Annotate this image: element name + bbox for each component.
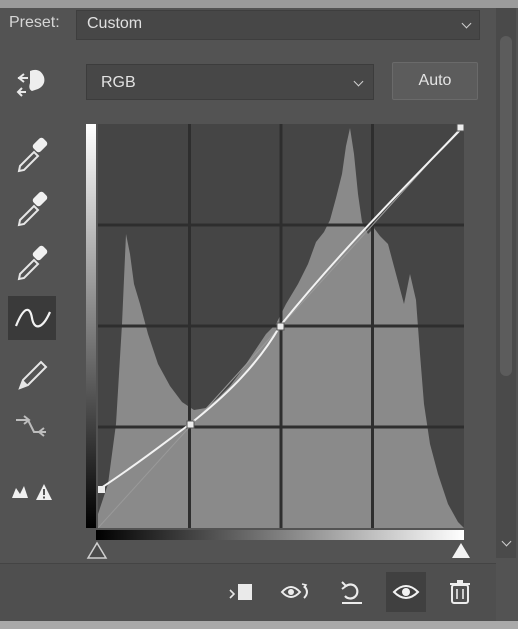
on-image-adjustment-tool[interactable] bbox=[8, 58, 56, 102]
clip-to-layer-icon bbox=[229, 584, 252, 600]
preset-dropdown[interactable]: Custom bbox=[76, 10, 480, 40]
preset-value: Custom bbox=[87, 15, 143, 32]
top-edge bbox=[0, 0, 518, 8]
bottom-toolbar bbox=[0, 563, 496, 622]
curve-point-tool-icon bbox=[14, 308, 52, 328]
white-point-slider-icon[interactable] bbox=[450, 540, 474, 560]
delete-icon bbox=[450, 580, 470, 604]
clip-to-layer-button[interactable] bbox=[222, 572, 262, 612]
curve-point-2[interactable] bbox=[276, 322, 285, 331]
visibility-toggle-button[interactable] bbox=[386, 572, 426, 612]
auto-button[interactable]: Auto bbox=[392, 62, 478, 100]
curves-properties-panel: Preset: Custom RGB Auto bbox=[0, 0, 518, 629]
curve-point-black[interactable] bbox=[98, 486, 105, 493]
channel-value: RGB bbox=[101, 74, 136, 91]
reset-icon bbox=[341, 581, 362, 604]
preset-label: Preset: bbox=[9, 14, 60, 31]
output-gradient-bar bbox=[86, 124, 96, 528]
pencil-draw-icon bbox=[18, 360, 48, 390]
gray-point-eyedropper[interactable] bbox=[8, 184, 56, 228]
black-point-eyedropper-icon bbox=[17, 137, 48, 173]
on-image-adjustment-icon bbox=[16, 69, 45, 97]
view-previous-state-icon bbox=[280, 583, 308, 599]
scrollbar-thumb[interactable] bbox=[500, 36, 512, 376]
smooth-curve-icon bbox=[16, 415, 46, 437]
reset-button[interactable] bbox=[332, 572, 372, 612]
chevron-down-icon[interactable] bbox=[501, 536, 512, 547]
smooth-curve-tool[interactable] bbox=[8, 404, 56, 448]
chevron-down-icon bbox=[353, 76, 364, 87]
channel-dropdown[interactable]: RGB bbox=[86, 64, 374, 100]
clipping-warning-icon bbox=[12, 484, 52, 500]
delete-button[interactable] bbox=[440, 572, 480, 612]
curves-graph[interactable] bbox=[98, 124, 464, 528]
view-previous-state-button[interactable] bbox=[276, 572, 316, 612]
chevron-down-icon bbox=[461, 18, 472, 29]
visibility-eye-icon bbox=[392, 585, 420, 599]
scrollbar[interactable] bbox=[496, 8, 516, 558]
bottom-edge bbox=[0, 621, 518, 629]
white-point-eyedropper[interactable] bbox=[8, 238, 56, 282]
gray-point-eyedropper-icon bbox=[17, 191, 48, 227]
clipping-warning-tool[interactable] bbox=[8, 468, 56, 512]
black-point-eyedropper[interactable] bbox=[8, 130, 56, 174]
auto-button-label: Auto bbox=[418, 72, 452, 89]
input-gradient-bar bbox=[96, 530, 464, 540]
curve-point-1[interactable] bbox=[186, 420, 195, 429]
curve-point-tool[interactable] bbox=[8, 296, 56, 340]
black-point-slider-icon[interactable] bbox=[86, 540, 110, 560]
curve-point-white[interactable] bbox=[456, 124, 464, 132]
white-point-eyedropper-icon bbox=[17, 245, 48, 281]
pencil-draw-tool[interactable] bbox=[8, 352, 56, 396]
